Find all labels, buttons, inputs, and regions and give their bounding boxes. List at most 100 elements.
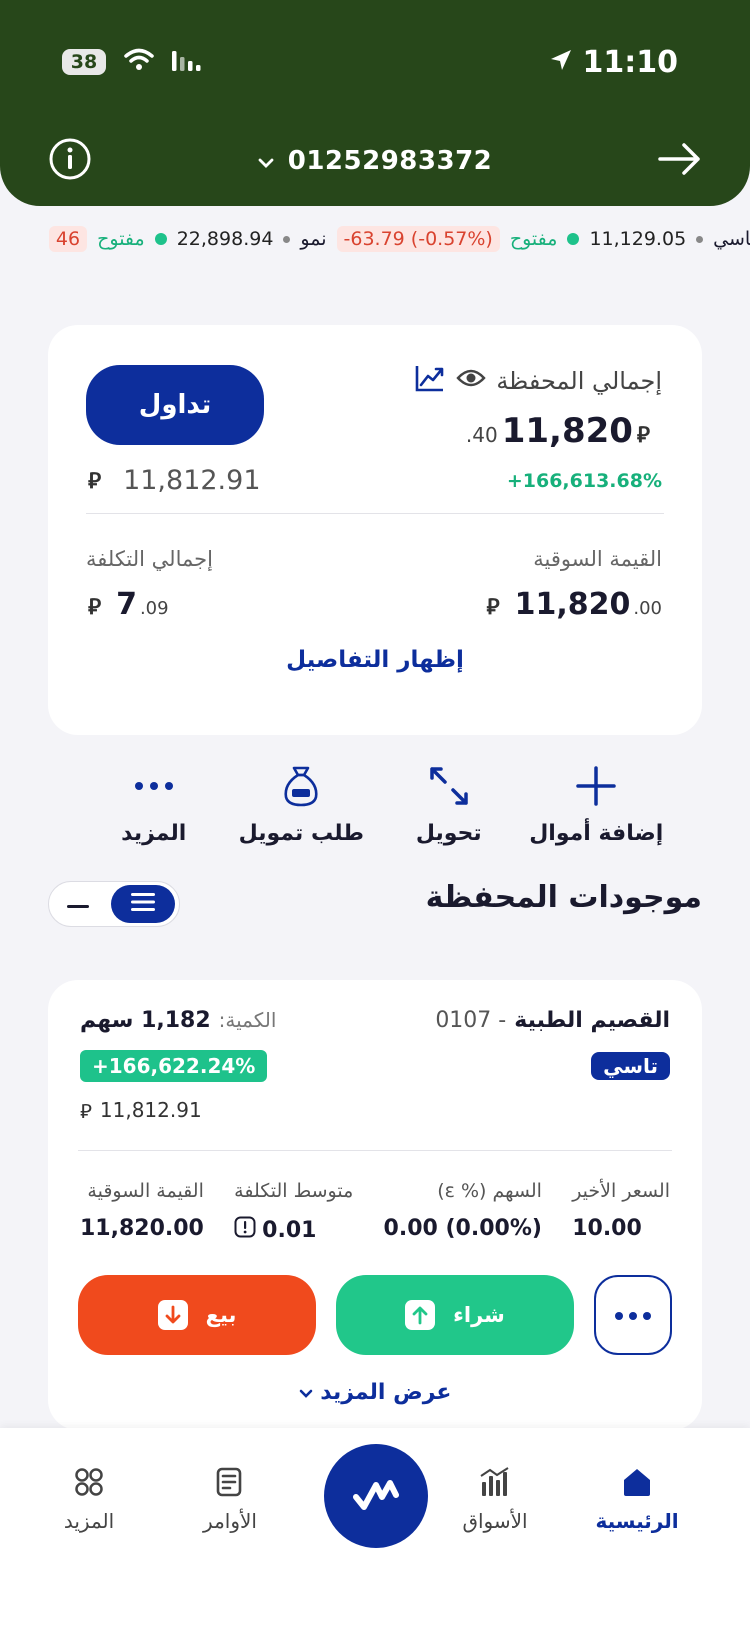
ticker-tasi-state: مفتوح bbox=[509, 228, 558, 250]
market-value-integer: 11,820 bbox=[514, 587, 631, 622]
list-icon bbox=[131, 893, 155, 915]
ticker-tasi-value: 11,129.05 bbox=[589, 228, 687, 250]
avg-cost-label: متوسط التكلفة bbox=[234, 1180, 354, 1202]
riyal-icon: ⃁ bbox=[80, 1099, 92, 1123]
holding-name-row: القصيم الطبية - 0107 bbox=[435, 1008, 670, 1033]
account-selector[interactable]: 01252983372 bbox=[258, 146, 493, 176]
market-value-decimal: .00 bbox=[633, 598, 662, 619]
avg-cost-value: 0.01 bbox=[234, 1216, 353, 1244]
bar-chart-icon bbox=[478, 1466, 512, 1503]
transfer-button[interactable]: تحويل bbox=[375, 763, 523, 846]
change-label: السهم (% ɛ) bbox=[437, 1180, 542, 1202]
view-toggle[interactable] bbox=[48, 881, 180, 927]
transfer-label: تحويل bbox=[415, 821, 482, 846]
bottom-tab-bar: الرئيسية الأسواق الأوامر المزيد bbox=[0, 1428, 750, 1630]
add-funds-button[interactable]: إضافة أموال bbox=[523, 763, 671, 846]
signal-icon bbox=[172, 49, 204, 75]
ellipsis-icon bbox=[614, 1306, 652, 1325]
secondary-value-text: 11,812.91 bbox=[123, 465, 261, 496]
plus-icon bbox=[575, 763, 617, 809]
market-value: ⃁ 11,820 .00 bbox=[487, 587, 663, 622]
eye-icon[interactable] bbox=[456, 367, 486, 395]
portfolio-summary-card: تداول إجمالي المحفظة .40 11,820 ⃁ ⃁ 11,8… bbox=[48, 325, 702, 735]
riyal-icon: ⃁ bbox=[486, 595, 500, 620]
add-funds-label: إضافة أموال bbox=[529, 821, 664, 846]
financing-request-button[interactable]: طلب تمويل bbox=[228, 763, 376, 846]
forward-arrow-icon[interactable] bbox=[658, 141, 702, 181]
list-view-option[interactable] bbox=[111, 885, 175, 923]
holding-gain-badge: +166,622.24% bbox=[80, 1050, 268, 1082]
divider bbox=[78, 1150, 672, 1151]
riyal-icon: ⃁ bbox=[88, 468, 102, 494]
holdings-title: موجودات المحفظة bbox=[425, 880, 702, 915]
transfer-arrows-icon bbox=[428, 763, 470, 809]
app-header: 38 11:10 01252983372 bbox=[0, 0, 750, 206]
tab-markets-label: الأسواق bbox=[462, 1509, 528, 1533]
sell-button[interactable]: بيع bbox=[78, 1275, 316, 1355]
divider bbox=[86, 513, 664, 514]
money-bag-icon bbox=[281, 763, 321, 809]
chart-trend-icon[interactable] bbox=[414, 363, 446, 399]
warning-icon[interactable] bbox=[234, 1216, 256, 1244]
holding-more-button[interactable] bbox=[594, 1275, 672, 1355]
info-icon[interactable] bbox=[48, 137, 92, 185]
ticker-trailing-value: 46 bbox=[48, 226, 88, 252]
tab-more[interactable]: المزيد bbox=[14, 1466, 164, 1533]
show-more-link[interactable]: عرض المزيد bbox=[48, 1380, 702, 1405]
holding-market-value-label: القيمة السوقية bbox=[87, 1180, 204, 1202]
holding-code: - 0107 bbox=[435, 1008, 507, 1033]
chevron-down-icon bbox=[299, 1380, 313, 1405]
ticker-nomu-value: 22,898.94 bbox=[176, 228, 274, 250]
trade-center-button[interactable] bbox=[324, 1444, 428, 1548]
trade-button[interactable]: تداول bbox=[86, 365, 264, 445]
arrow-up-icon bbox=[405, 1300, 436, 1330]
tab-markets[interactable]: الأسواق bbox=[420, 1466, 570, 1533]
show-details-link[interactable]: إظهار التفاصيل bbox=[48, 647, 702, 673]
total-cost-integer: 7 bbox=[116, 587, 137, 622]
holding-name: القصيم الطبية bbox=[514, 1008, 670, 1033]
tab-orders-label: الأوامر bbox=[203, 1509, 257, 1533]
total-cost-label: إجمالي التكلفة bbox=[86, 547, 213, 571]
wifi-icon bbox=[124, 48, 154, 76]
more-actions-button[interactable]: المزيد bbox=[80, 763, 228, 846]
portfolio-total-value: .40 11,820 ⃁ bbox=[466, 411, 662, 451]
show-more-label: عرض المزيد bbox=[320, 1380, 452, 1405]
tab-home[interactable]: الرئيسية bbox=[562, 1466, 712, 1533]
collapse-dash-icon[interactable] bbox=[67, 895, 89, 914]
portfolio-total-integer: 11,820 bbox=[501, 411, 633, 451]
buy-button[interactable]: شراء bbox=[336, 1275, 574, 1355]
portfolio-total-decimal: .40 bbox=[465, 423, 498, 447]
holding-quantity: الكمية: 1,182 سهم bbox=[80, 1008, 276, 1033]
clock: 11:10 bbox=[582, 44, 679, 80]
holding-cost-value: 11,812.91 bbox=[99, 1098, 202, 1122]
arrow-down-icon bbox=[157, 1300, 188, 1330]
market-value-label: القيمة السوقية bbox=[533, 547, 662, 571]
holding-cost: ⃁ 11,812.91 bbox=[80, 1098, 202, 1124]
holding-card[interactable]: القصيم الطبية - 0107 تاسي الكمية: 1,182 … bbox=[48, 980, 702, 1430]
financing-request-label: طلب تمويل bbox=[238, 821, 364, 846]
quantity-value: 1,182 سهم bbox=[80, 1008, 211, 1033]
holding-stats: السعر الأخير 10.00 السهم (% ɛ) 0.00 (0.0… bbox=[80, 1180, 670, 1244]
avg-cost-text: 0.01 bbox=[262, 1217, 317, 1243]
last-price-value: 10.00 bbox=[572, 1216, 642, 1241]
market-ticker[interactable]: تاسي 11,129.05 مفتوح -63.79 (-0.57%) نمو… bbox=[0, 226, 750, 260]
quantity-label: الكمية: bbox=[218, 1008, 277, 1032]
last-price-col: السعر الأخير 10.00 bbox=[572, 1180, 670, 1244]
sell-label: بيع bbox=[205, 1303, 237, 1327]
trade-logo-icon bbox=[350, 1475, 402, 1517]
account-number: 01252983372 bbox=[287, 146, 493, 176]
separator-dot-icon bbox=[283, 235, 291, 243]
holding-actions: شراء بيع bbox=[78, 1275, 672, 1355]
tab-orders[interactable]: الأوامر bbox=[155, 1466, 305, 1533]
change-col: السهم (% ɛ) 0.00 (0.00%) bbox=[384, 1180, 542, 1244]
ticker-tasi-change: -63.79 (-0.57%) bbox=[336, 226, 500, 252]
market-open-dot-icon bbox=[154, 233, 167, 245]
more-actions-label: المزيد bbox=[121, 821, 187, 846]
portfolio-gain-percent: +166,613.68% bbox=[506, 469, 662, 492]
status-bar: 38 11:10 bbox=[62, 40, 678, 84]
location-icon bbox=[549, 45, 573, 80]
ticker-nomu-state: مفتوح bbox=[97, 228, 145, 250]
ticker-tasi-label: تاسي bbox=[713, 228, 750, 250]
market-value-col: القيمة السوقية 11,820.00 bbox=[80, 1180, 204, 1244]
tab-home-label: الرئيسية bbox=[595, 1509, 679, 1533]
